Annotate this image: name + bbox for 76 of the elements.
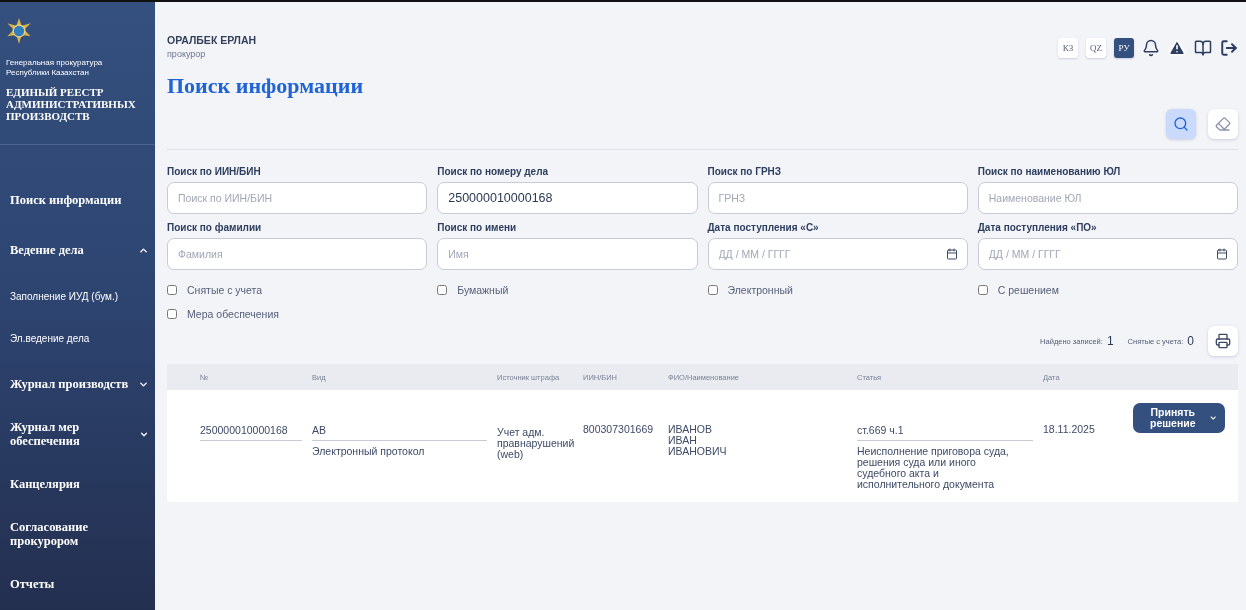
table-row[interactable] [167, 390, 1238, 502]
sidebar-item[interactable]: Согласование прокурором [0, 509, 155, 559]
sidebar-item-label: Согласование прокурором [10, 520, 90, 548]
field-label: Поиск по номеру дела [437, 166, 550, 177]
sidebar-item-label: Поиск информации [10, 193, 122, 207]
type-name: Электронный протокол [312, 446, 426, 457]
checkbox[interactable] [707, 285, 718, 295]
book-icon[interactable] [1194, 39, 1212, 57]
organization-name: Генеральная прокуратура Республики Казахстан [6, 58, 104, 78]
sidebar-item-label: Канцелярия [10, 477, 80, 491]
checkbox[interactable] [977, 285, 988, 295]
input-field[interactable]: Фамилия [167, 238, 428, 270]
count-value: 1 [1106, 334, 1114, 348]
person-name: ИВАНОВ ИВАН ИВАНОВИЧ [668, 422, 728, 457]
print-button[interactable] [1208, 326, 1238, 356]
checkbox-label: Снятые с учета [187, 284, 263, 296]
sidebar-item-label: Ведение дела [10, 243, 84, 257]
field-label: Поиск по имени [437, 222, 518, 233]
printer-icon [1215, 333, 1231, 349]
language-button[interactable]: РУ [1114, 38, 1134, 58]
sidebar-item[interactable]: Поиск информации [0, 175, 155, 225]
sidebar-item-label: Отчеты [10, 577, 55, 591]
search-icon [1173, 116, 1189, 132]
sidebar-item[interactable]: Канцелярия [0, 459, 155, 509]
count-value: 0 [1187, 334, 1194, 348]
user-role: прокурор [167, 49, 207, 59]
input-field[interactable]: 250000010000168 [437, 182, 698, 214]
logout-icon[interactable] [1220, 39, 1238, 57]
bell-icon[interactable] [1142, 39, 1160, 57]
emblem-icon [6, 18, 32, 44]
date-field[interactable]: ДД / ММ / ГГГГ [977, 238, 1238, 270]
article-description: Неисполнение приговора суда, решения суда или иного судебного акта и исполнительного документа [857, 446, 1010, 490]
type-code: АВ [312, 424, 487, 441]
language-button[interactable]: КЗ [1058, 38, 1078, 58]
article-code: ст.669 ч.1 [857, 424, 1033, 441]
sidebar-item-label: Журнал мер обеспечения [10, 420, 81, 448]
field-label: Поиск по ИИН/БИН [167, 166, 262, 177]
date-field[interactable]: ДД / ММ / ГГГГ [707, 238, 968, 270]
sidebar-item[interactable]: Журнал мер обеспечения [0, 409, 155, 459]
field-label: Поиск по фамилии [167, 222, 263, 233]
case-number: 250000010000168 [200, 424, 302, 441]
decision-button[interactable]: Принять решение [1133, 403, 1225, 433]
sidebar-item[interactable]: Журнал производств [0, 359, 155, 409]
input-field[interactable]: ГРНЗ [707, 182, 968, 214]
checkbox-label: С решением [997, 284, 1059, 296]
calendar-icon[interactable] [945, 248, 958, 260]
calendar-icon[interactable] [1216, 248, 1228, 260]
page-title: Поиск информации [167, 73, 365, 99]
sidebar-subitem[interactable]: Эл.ведение дела [0, 317, 155, 359]
system-name: ЕДИНЫЙ РЕЕСТР АДМИНИСТРАТИВНЫХ ПРОИЗВОДСТВ [6, 86, 137, 122]
checkbox-label: Электронный [727, 284, 793, 296]
search-button[interactable] [1166, 109, 1196, 139]
sidebar-item-label: Журнал производств [10, 377, 129, 391]
input-field[interactable]: Имя [437, 238, 698, 270]
sidebar-item[interactable]: Отчеты [0, 559, 155, 609]
sidebar-item[interactable]: Ведение дела [0, 225, 155, 275]
warning-icon[interactable] [1168, 39, 1186, 57]
field-label: Поиск по наименованию ЮЛ [977, 166, 1122, 177]
eraser-button[interactable] [1208, 109, 1238, 139]
language-button[interactable]: QZ [1086, 38, 1106, 58]
field-label: Поиск по ГРНЗ [707, 166, 783, 177]
sidebar-subitem[interactable]: Заполнение ИУД (бум.) [0, 275, 155, 317]
input-field[interactable]: Наименование ЮЛ [977, 182, 1238, 214]
iin-cell-text: 800307301669 [583, 422, 655, 435]
fine-source: Учет адм. правнарушений (web) [497, 425, 576, 460]
field-label: Дата поступления «ПО» [977, 222, 1098, 233]
checkbox-label: Бумажный [457, 284, 509, 296]
checkbox[interactable] [167, 285, 177, 295]
checkbox[interactable] [437, 285, 448, 295]
eraser-icon [1215, 116, 1231, 132]
input-field[interactable]: Поиск по ИИН/БИН [167, 182, 428, 214]
user-name: ОРАЛБЕК ЕРЛАН [167, 34, 257, 46]
field-label: Дата поступления «С» [707, 222, 820, 233]
date-cell-text: 18.11.2025 [1043, 422, 1096, 435]
checkbox[interactable] [167, 309, 177, 319]
checkbox-label: Мера обеспечения [187, 308, 279, 320]
